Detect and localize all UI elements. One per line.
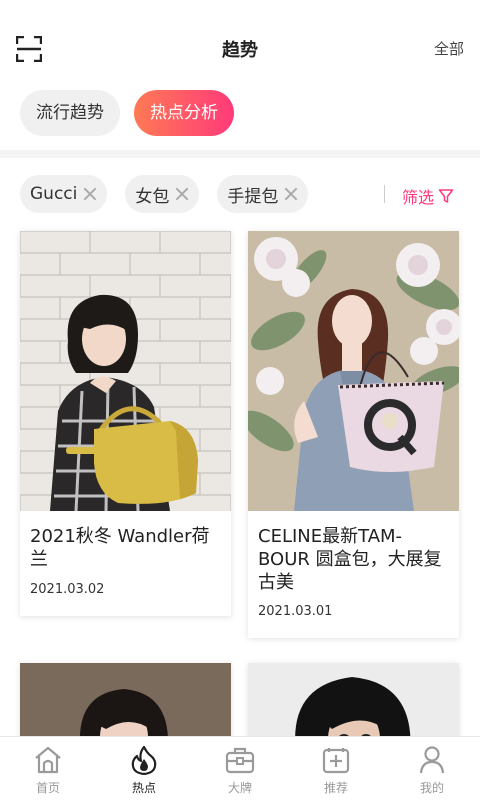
article-title: CELINE最新TAM-BOUR 圆盒包，大展复古美 <box>258 526 442 593</box>
bottom-nav: 首页 热点 大牌 推荐 我的 <box>0 736 480 800</box>
nav-item-recommend[interactable]: 推荐 <box>288 737 384 800</box>
close-icon[interactable] <box>175 187 189 201</box>
close-icon[interactable] <box>284 187 298 201</box>
chip-label: Gucci <box>30 184 78 204</box>
nav-item-brands[interactable]: 大牌 <box>192 737 288 800</box>
nav-label: 首页 <box>35 781 60 795</box>
filter-separator <box>384 185 385 203</box>
page-title: 趋势 <box>222 40 258 61</box>
chip-label: 女包 <box>135 186 170 207</box>
user-icon <box>419 746 445 774</box>
recommend-icon <box>322 748 350 774</box>
article-image <box>248 231 459 511</box>
close-icon[interactable] <box>83 187 97 201</box>
article-title: 2021秋冬 Wandler荷兰 <box>30 526 210 570</box>
tab-hot-analysis[interactable]: 热点分析 <box>134 90 234 136</box>
filter-button[interactable]: 筛选 <box>402 184 454 208</box>
filter-label: 筛选 <box>402 188 435 207</box>
nav-label: 大牌 <box>227 781 252 795</box>
nav-item-hot[interactable]: 热点 <box>96 737 192 800</box>
home-icon <box>35 746 61 774</box>
article-card[interactable]: CELINE最新TAM-BOUR 圆盒包，大展复古美 2021.03.01 <box>248 231 459 638</box>
top-header: 趋势 全部 <box>0 0 480 96</box>
tab-trending[interactable]: 流行趋势 <box>20 90 120 136</box>
nav-label: 推荐 <box>323 781 348 795</box>
filter-chips: Gucci 女包 手提包 <box>20 175 309 213</box>
nav-item-home[interactable]: 首页 <box>0 737 96 800</box>
flame-icon <box>131 745 157 775</box>
tab-bar: 流行趋势 热点分析 <box>20 90 234 136</box>
article-date: 2021.03.02 <box>30 582 105 597</box>
funnel-icon <box>438 189 454 203</box>
article-date: 2021.03.01 <box>258 604 333 619</box>
section-divider <box>0 150 480 158</box>
article-image <box>20 231 231 511</box>
nav-label: 我的 <box>419 781 444 795</box>
nav-item-profile[interactable]: 我的 <box>384 737 480 800</box>
briefcase-icon <box>225 747 255 774</box>
nav-label: 热点 <box>131 781 156 795</box>
filter-chip-gucci[interactable]: Gucci <box>20 175 108 213</box>
filter-chip-womens-bag[interactable]: 女包 <box>125 175 200 213</box>
filter-chip-handbag[interactable]: 手提包 <box>217 175 309 213</box>
chip-label: 手提包 <box>227 186 279 207</box>
article-card[interactable]: 2021秋冬 Wandler荷兰 2021.03.02 <box>20 231 231 616</box>
all-link[interactable]: 全部 <box>434 38 464 59</box>
